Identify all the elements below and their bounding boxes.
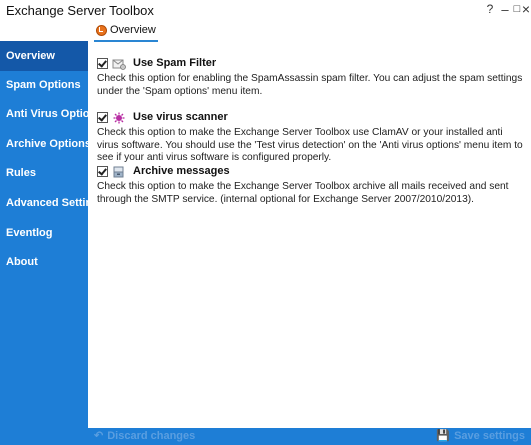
discard-changes-label: Discard changes	[107, 430, 196, 442]
save-settings-label: Save settings	[454, 430, 525, 442]
tab-strip: Overview	[0, 20, 531, 42]
discard-changes-button[interactable]: ↶ Discard changes	[94, 428, 195, 445]
sidebar-item-eventlog[interactable]: Eventlog	[0, 218, 88, 248]
sidebar-item-overview[interactable]: Overview	[0, 41, 88, 71]
archive-checkbox[interactable]	[97, 165, 108, 177]
sidebar-item-spam-options[interactable]: Spam Options	[0, 70, 88, 100]
window-title: Exchange Server Toolbox	[6, 3, 154, 18]
archive-icon	[112, 165, 126, 178]
spam-filter-title: Use Spam Filter	[133, 57, 217, 69]
archive-description: Check this option to make the Exchange S…	[97, 181, 509, 205]
tab-overview[interactable]: Overview	[94, 20, 158, 42]
sidebar-item-advanced-settings[interactable]: Advanced Settings	[0, 188, 105, 218]
virus-scanner-title: Use virus scanner	[133, 111, 228, 123]
archive-section: Archive messages Check this option to ma…	[97, 164, 527, 206]
close-icon[interactable]: ×	[518, 1, 531, 18]
sidebar-item-archive-options[interactable]: Archive Options	[0, 129, 91, 159]
archive-title: Archive messages	[133, 165, 230, 177]
spam-filter-description: Check this option for enabling the SpamA…	[97, 73, 523, 97]
spam-filter-section: Use Spam Filter Check this option for en…	[97, 56, 527, 98]
overview-panel: Use Spam Filter Check this option for en…	[88, 42, 531, 428]
virus-scanner-description: Check this option to make the Exchange S…	[97, 127, 523, 163]
sidebar: Overview Spam Options Anti Virus Options…	[0, 41, 105, 445]
help-icon[interactable]: ?	[482, 1, 498, 18]
title-bar: Exchange Server Toolbox ? – □ ×	[0, 0, 531, 20]
undo-icon: ↶	[94, 430, 104, 442]
sidebar-item-about[interactable]: About	[0, 247, 88, 277]
spam-filter-icon	[112, 57, 126, 70]
virus-scanner-checkbox[interactable]	[97, 111, 108, 123]
overview-icon	[96, 24, 107, 36]
tab-overview-label: Overview	[110, 24, 156, 36]
save-settings-button[interactable]: 💾 Save settings	[436, 428, 525, 445]
spam-filter-checkbox[interactable]	[97, 57, 108, 69]
sidebar-item-anti-virus-options[interactable]: Anti Virus Options	[0, 99, 102, 129]
save-icon: 💾	[436, 430, 451, 442]
virus-icon	[112, 111, 126, 124]
sidebar-item-rules[interactable]: Rules	[0, 158, 88, 188]
footer-bar: ↶ Discard changes 💾 Save settings	[88, 428, 531, 445]
virus-scanner-section: Use virus scanner Check this option to m…	[97, 110, 527, 165]
